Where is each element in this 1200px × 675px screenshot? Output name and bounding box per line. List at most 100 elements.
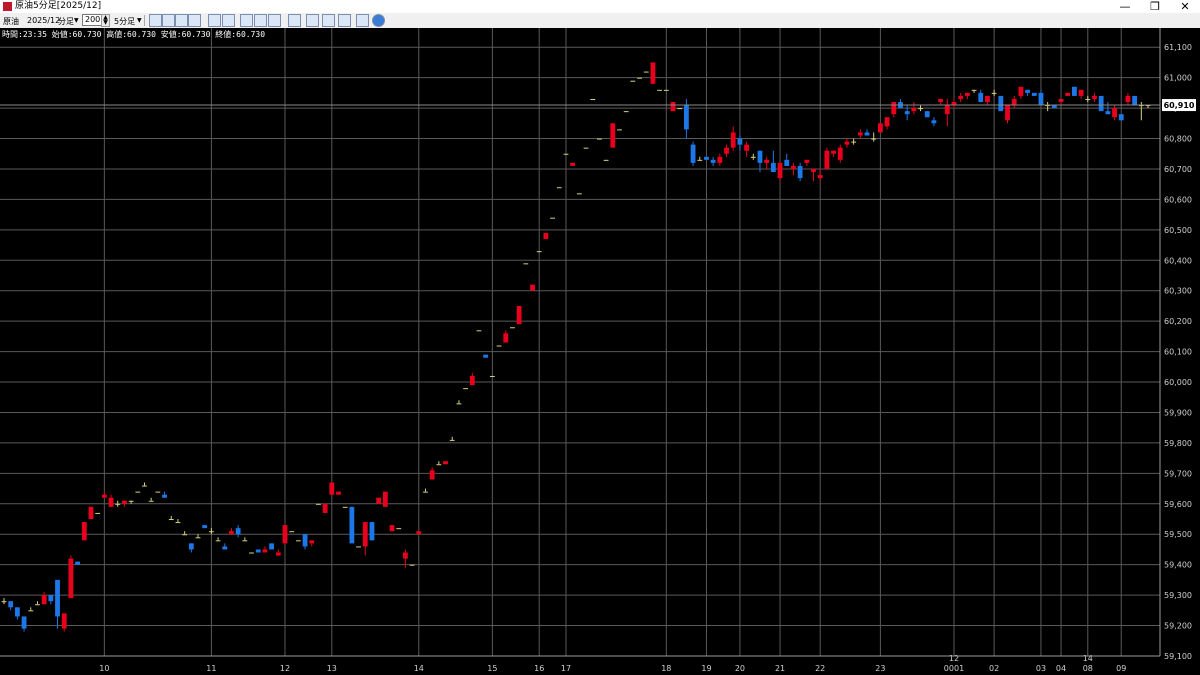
- candle-body: [918, 108, 923, 110]
- candle-body: [710, 159, 716, 163]
- chart-type-icon[interactable]: [322, 14, 335, 27]
- unit-select[interactable]: 分足: [58, 16, 74, 27]
- candle-body: [14, 607, 20, 617]
- candle-body: [871, 138, 877, 140]
- candle-body: [610, 123, 616, 148]
- candle-body: [369, 522, 375, 541]
- candle-body: [269, 543, 275, 550]
- unit-dropdown-icon[interactable]: ▼: [74, 17, 79, 24]
- candle-body: [637, 77, 642, 79]
- candle-body: [122, 500, 127, 504]
- candle-body: [416, 531, 422, 535]
- candle-body: [55, 579, 60, 617]
- candle-body: [309, 540, 315, 544]
- trendline-icon[interactable]: [188, 14, 201, 27]
- candle-body: [75, 561, 80, 565]
- pencil-icon[interactable]: [175, 14, 188, 27]
- candle-body: [891, 102, 897, 115]
- candle-body: [336, 491, 341, 495]
- candle-body: [877, 123, 883, 133]
- candle-body: [215, 540, 221, 542]
- candle-body: [583, 147, 589, 149]
- candle-body: [750, 156, 756, 158]
- y-tick-label: 59,100: [1164, 652, 1192, 661]
- restore-button[interactable]: ❐: [1140, 0, 1170, 13]
- candle-body: [657, 89, 663, 91]
- candle-body: [389, 525, 395, 532]
- candle-body: [864, 132, 870, 136]
- bar-count-input[interactable]: 200: [82, 14, 102, 26]
- candle-body: [61, 613, 67, 629]
- period-dropdown-icon[interactable]: ▼: [137, 17, 142, 24]
- compare-icon[interactable]: [356, 14, 369, 27]
- title-bar: 原油5分足[2025/12] — ❐ ✕: [0, 0, 1200, 13]
- candle-body: [523, 263, 529, 265]
- candle-body: [48, 595, 54, 602]
- bar-indicator-icon[interactable]: [268, 14, 281, 27]
- candle-body: [329, 482, 335, 495]
- candle-body: [744, 144, 750, 151]
- candle-body: [463, 388, 469, 390]
- candle-body: [543, 232, 549, 239]
- hand-icon[interactable]: [162, 14, 175, 27]
- candle-body: [510, 327, 515, 329]
- candle-body: [1038, 92, 1044, 106]
- cross-indicator-icon[interactable]: [288, 14, 301, 27]
- candle-body: [958, 95, 964, 99]
- candle-body: [1065, 92, 1071, 96]
- overlay-icon[interactable]: [338, 14, 351, 27]
- candle-body: [409, 564, 415, 566]
- candle-body: [255, 549, 261, 553]
- x-tick-label: 08: [1083, 664, 1093, 673]
- candle-body: [851, 141, 857, 143]
- y-tick-label: 60,800: [1164, 135, 1192, 144]
- close-button[interactable]: ✕: [1170, 0, 1200, 13]
- cursor-icon[interactable]: [149, 14, 162, 27]
- period-select[interactable]: 5分足: [114, 16, 135, 27]
- last-price-label: 60,910: [1164, 101, 1195, 110]
- y-tick-label: 59,800: [1164, 439, 1192, 448]
- candle-body: [1125, 95, 1131, 103]
- zoom-icon[interactable]: [208, 14, 221, 27]
- candle-body: [275, 552, 281, 556]
- candle-body: [556, 187, 562, 189]
- candle-body: [483, 354, 489, 358]
- candle-body: [998, 95, 1004, 112]
- candle-body: [650, 62, 656, 84]
- x-tick-label: 23: [875, 664, 885, 673]
- candle-body: [831, 150, 836, 154]
- candle-body: [1005, 105, 1010, 121]
- candle-body: [28, 610, 34, 612]
- candlestick-chart[interactable]: 61,10061,00060,90060,80060,70060,60060,5…: [0, 28, 1200, 675]
- candle-body: [938, 98, 944, 103]
- grid-icon[interactable]: [240, 14, 253, 27]
- x-tick-label: 17: [561, 664, 571, 673]
- candle-body: [182, 534, 188, 536]
- candle-body: [242, 540, 248, 542]
- toolbar-separator: [144, 15, 145, 26]
- x-tick-label: 13: [327, 664, 337, 673]
- candle-body: [249, 552, 254, 554]
- candle-body: [382, 491, 388, 507]
- y-tick-label: 61,100: [1164, 43, 1192, 52]
- candle-body: [1078, 89, 1084, 96]
- candle-body: [376, 497, 382, 504]
- candle-body: [530, 284, 535, 291]
- bar-count-spinner[interactable]: ▲ ▼: [101, 14, 110, 27]
- x-tick-label: 20: [735, 664, 745, 673]
- candle-body: [757, 150, 763, 163]
- y-tick-label: 60,100: [1164, 348, 1192, 357]
- candle-body: [35, 604, 40, 606]
- candle-body: [195, 537, 201, 539]
- circle-icon[interactable]: [222, 14, 235, 27]
- candle-body: [349, 506, 355, 544]
- candle-body: [81, 522, 87, 541]
- minimize-button[interactable]: —: [1110, 0, 1140, 13]
- refresh-icon[interactable]: [372, 14, 385, 27]
- candle-body: [282, 525, 288, 544]
- candle-body: [884, 117, 890, 127]
- candle-body: [817, 175, 823, 179]
- table-icon[interactable]: [254, 14, 267, 27]
- chart-settings-icon[interactable]: [306, 14, 319, 27]
- candle-body: [1098, 95, 1104, 112]
